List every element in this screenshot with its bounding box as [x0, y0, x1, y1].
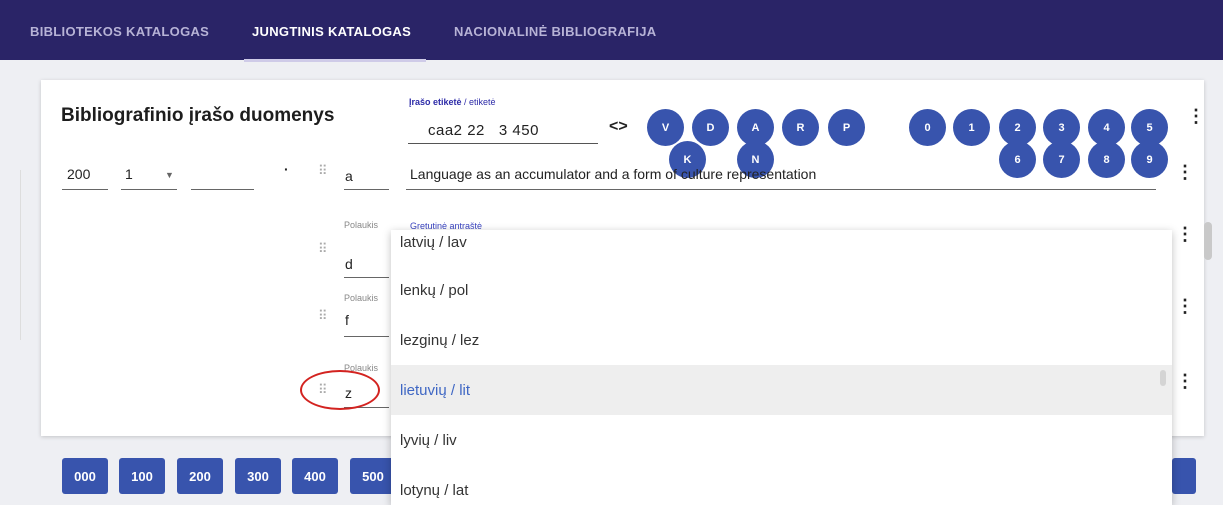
subfield-caption: Polaukis	[344, 220, 379, 230]
button-7[interactable]: 7	[1043, 141, 1080, 178]
button-v[interactable]: V	[647, 109, 684, 146]
tab-jungtinis-katalogas[interactable]: JUNGTINIS KATALOGAS	[252, 24, 411, 39]
dropdown-option[interactable]: lenkų / pol	[391, 265, 1172, 315]
button-d[interactable]: D	[692, 109, 729, 146]
indicator-2-underline[interactable]	[191, 189, 254, 190]
button-6[interactable]: 6	[999, 141, 1036, 178]
dropdown-option[interactable]: lezginų / lez	[391, 315, 1172, 365]
field-group-100-button[interactable]: 100	[119, 458, 165, 494]
button-8[interactable]: 8	[1088, 141, 1125, 178]
button-p[interactable]: P	[828, 109, 865, 146]
scrollbar-thumb[interactable]	[1204, 222, 1212, 260]
dropdown-option[interactable]: lyvių / liv	[391, 415, 1172, 465]
highlight-annotation	[300, 370, 380, 410]
subfield-code-underline	[344, 336, 389, 337]
subfield-caption: Polaukis	[344, 293, 379, 303]
field-tag[interactable]: 200	[67, 166, 90, 182]
row-more-icon[interactable]: ⋮	[1176, 224, 1194, 245]
page-title: Bibliografinio įrašo duomenys	[61, 105, 335, 126]
button-9[interactable]: 9	[1131, 141, 1168, 178]
active-tab-indicator	[244, 59, 426, 62]
subfield-a-underline	[406, 189, 1156, 190]
dropdown-option[interactable]: latvių / lav	[391, 230, 1172, 254]
button-r[interactable]: R	[782, 109, 819, 146]
field-group-000-button[interactable]: 000	[62, 458, 108, 494]
field-group-400-button[interactable]: 400	[292, 458, 338, 494]
button-0[interactable]: 0	[909, 109, 946, 146]
code-view-button[interactable]: <>	[609, 118, 628, 136]
dropdown-scrollbar[interactable]	[1160, 370, 1166, 386]
field-divider	[20, 170, 21, 340]
subfield-code-a[interactable]: a	[345, 168, 353, 184]
subfield-a-value[interactable]: Language as an accumulator and a form of…	[410, 166, 816, 182]
subfield-code-d[interactable]: d	[345, 256, 353, 272]
row-more-icon[interactable]: ⋮	[1176, 371, 1194, 392]
drag-handle-icon[interactable]: ⠿	[318, 164, 327, 177]
language-dropdown: latvių / lav lenkų / pol lezginų / lez l…	[391, 230, 1172, 505]
field-tag-underline	[62, 189, 108, 190]
indicator-1[interactable]: 1	[125, 166, 133, 182]
tab-nacionaline-bibliografija[interactable]: NACIONALINĖ BIBLIOGRAFIJA	[454, 24, 657, 39]
indicator-1-underline	[121, 189, 177, 190]
header-more-icon[interactable]: ⋮	[1187, 106, 1204, 127]
field-group-300-button[interactable]: 300	[235, 458, 281, 494]
drag-handle-icon[interactable]: ⠿	[318, 242, 327, 255]
subfield-code-underline	[344, 189, 389, 190]
top-navigation: BIBLIOTEKOS KATALOGAS JUNGTINIS KATALOGA…	[0, 0, 1223, 62]
record-label-caption: Įrašo etiketė / etiketė	[409, 97, 496, 107]
field-dot: ·	[284, 161, 289, 177]
subfield-code-underline	[344, 277, 389, 278]
subfield-code-f[interactable]: f	[345, 312, 349, 328]
drag-handle-icon[interactable]: ⠿	[318, 309, 327, 322]
dropdown-option[interactable]: lotynų / lat	[391, 465, 1172, 505]
row-more-icon[interactable]: ⋮	[1176, 296, 1194, 317]
record-label-underline	[408, 143, 598, 144]
tab-bibliotekos-katalogas[interactable]: BIBLIOTEKOS KATALOGAS	[30, 24, 209, 39]
field-group-200-button[interactable]: 200	[177, 458, 223, 494]
field-group-more-button[interactable]	[1172, 458, 1196, 494]
button-1[interactable]: 1	[953, 109, 990, 146]
dropdown-option-selected[interactable]: lietuvių / lit	[391, 365, 1172, 415]
field-group-500-button[interactable]: 500	[350, 458, 396, 494]
record-label-input[interactable]: caa2 22 3 450	[428, 122, 539, 139]
chevron-down-icon[interactable]: ▼	[165, 170, 174, 180]
row-more-icon[interactable]: ⋮	[1176, 162, 1194, 183]
